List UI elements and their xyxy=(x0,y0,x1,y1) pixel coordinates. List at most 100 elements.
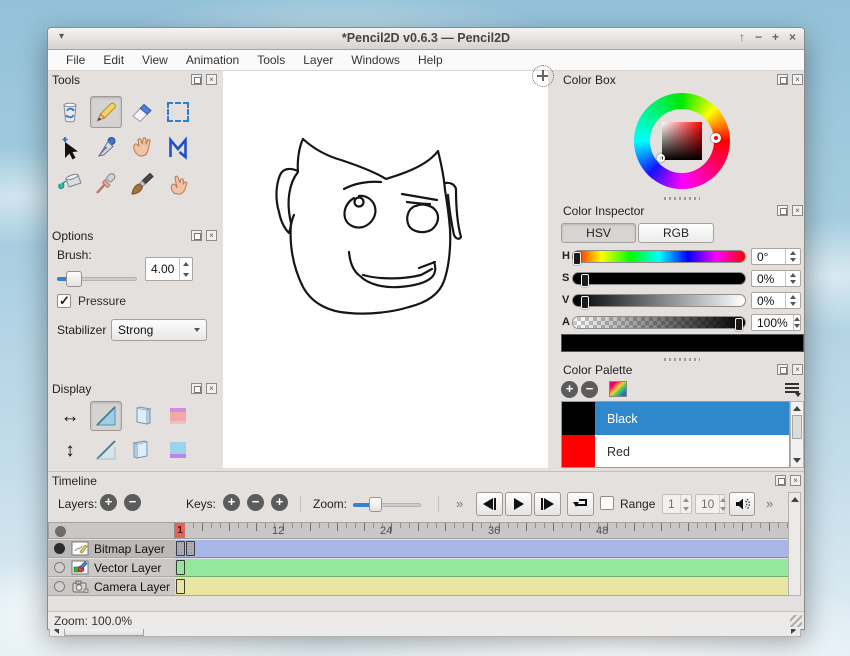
minimize-button[interactable]: − xyxy=(755,30,762,44)
color-box-close-icon[interactable]: × xyxy=(792,74,803,85)
color-palette-close-icon[interactable]: × xyxy=(792,364,803,375)
bucket-tool-button[interactable] xyxy=(54,168,86,200)
remove-color-button[interactable]: − xyxy=(581,381,598,398)
pen-tool-button[interactable] xyxy=(90,132,122,164)
eyedropper-tool-button[interactable] xyxy=(90,168,122,200)
hue-selector[interactable] xyxy=(711,133,721,143)
add-layer-button[interactable]: + xyxy=(100,494,117,511)
remove-keyframe-button[interactable]: − xyxy=(247,494,264,511)
onion-prev-button[interactable] xyxy=(126,401,158,431)
scroll-up-icon[interactable] xyxy=(791,402,803,415)
palette-menu-button[interactable] xyxy=(784,381,800,397)
color-palette-float-icon[interactable] xyxy=(777,364,788,375)
menu-file[interactable]: File xyxy=(58,51,93,69)
range-end-spinbox[interactable]: 10 xyxy=(695,494,725,514)
brush-tool-button[interactable] xyxy=(126,168,158,200)
options-float-icon[interactable] xyxy=(191,230,202,241)
titlebar[interactable]: ▾ *Pencil2D v0.6.3 — Pencil2D ↑ − + × xyxy=(48,28,804,50)
timeline-float-icon[interactable] xyxy=(775,475,786,486)
smudge-tool-button[interactable] xyxy=(162,168,194,200)
prev-frame-button[interactable] xyxy=(476,492,503,516)
timeline-zoom-handle[interactable] xyxy=(369,497,382,512)
value-slider[interactable] xyxy=(572,294,746,307)
saturation-value-square[interactable] xyxy=(662,122,702,160)
layer-row-camera[interactable]: Camera Layer xyxy=(48,578,795,596)
add-color-button[interactable]: + xyxy=(561,381,578,398)
display-close-icon[interactable]: × xyxy=(206,383,217,394)
menu-edit[interactable]: Edit xyxy=(95,51,132,69)
close-button[interactable]: × xyxy=(789,30,796,44)
palette-item-red[interactable]: Red xyxy=(562,435,789,468)
stabilizer-dropdown[interactable]: Strong xyxy=(111,319,207,341)
pressure-checkbox[interactable] xyxy=(57,294,71,308)
saturation-spinbox[interactable]: 0% xyxy=(751,270,801,287)
scrollbar-thumb[interactable] xyxy=(792,415,802,439)
select-tool-button[interactable] xyxy=(162,96,194,128)
scroll-down-icon[interactable] xyxy=(791,454,803,467)
display-float-icon[interactable] xyxy=(191,383,202,394)
shade-button[interactable]: ↑ xyxy=(739,30,745,44)
menu-help[interactable]: Help xyxy=(410,51,451,69)
maximize-button[interactable]: + xyxy=(772,30,779,44)
overflow-right-icon[interactable]: » xyxy=(766,496,773,511)
timeline-scroll-up-icon[interactable] xyxy=(789,493,800,505)
color-inspector-float-icon[interactable] xyxy=(777,205,788,216)
menu-tools[interactable]: Tools xyxy=(249,51,293,69)
brush-size-steppers[interactable] xyxy=(179,258,192,280)
brush-size-spinbox[interactable]: 4.00 xyxy=(145,257,193,281)
onion-prev-color-button[interactable] xyxy=(162,401,194,431)
drawing-canvas[interactable] xyxy=(223,71,548,468)
range-checkbox[interactable] xyxy=(600,496,614,510)
onion-next-button[interactable] xyxy=(126,435,158,465)
hue-spinbox[interactable]: 0° xyxy=(751,248,801,265)
saturation-slider[interactable] xyxy=(572,272,746,285)
alpha-slider[interactable] xyxy=(572,316,746,329)
camera-visibility-toggle[interactable] xyxy=(54,581,65,592)
layer-row-vector[interactable]: Vector Layer xyxy=(48,559,795,577)
pencil-tool-button[interactable] xyxy=(90,96,122,128)
sv-selector[interactable] xyxy=(657,154,665,162)
loop-button[interactable] xyxy=(567,492,594,516)
clear-tool-button[interactable] xyxy=(54,96,86,128)
alpha-spinbox[interactable]: 100% xyxy=(751,314,801,331)
next-frame-button[interactable] xyxy=(534,492,561,516)
menu-layer[interactable]: Layer xyxy=(295,51,341,69)
frame-ruler[interactable]: 1 12 24 36 48 xyxy=(175,522,795,539)
range-start-spinbox[interactable]: 1 xyxy=(662,494,692,514)
tools-float-icon[interactable] xyxy=(191,74,202,85)
layer-row-bitmap[interactable]: Bitmap Layer xyxy=(48,540,795,558)
tab-rgb[interactable]: RGB xyxy=(638,223,714,243)
menu-animation[interactable]: Animation xyxy=(178,51,247,69)
hand-tool-button[interactable] xyxy=(126,132,158,164)
move-tool-button[interactable] xyxy=(54,132,86,164)
palette-scrollbar[interactable] xyxy=(790,401,804,468)
current-frame-marker[interactable]: 1 xyxy=(175,523,185,538)
brush-slider-handle[interactable] xyxy=(66,271,82,287)
onion-next-color-button[interactable] xyxy=(162,435,194,465)
flip-vertical-view-button[interactable] xyxy=(90,435,122,465)
timeline-vertical-scrollbar[interactable] xyxy=(788,492,801,596)
vector-visibility-toggle[interactable] xyxy=(54,562,65,573)
add-keyframe-button[interactable]: + xyxy=(223,494,240,511)
remove-layer-button[interactable]: − xyxy=(124,494,141,511)
timeline-close-icon[interactable]: × xyxy=(790,475,801,486)
bitmap-track[interactable] xyxy=(175,540,795,558)
timeline-zoom-slider[interactable] xyxy=(353,497,421,513)
menu-view[interactable]: View xyxy=(134,51,176,69)
color-inspector-close-icon[interactable]: × xyxy=(792,205,803,216)
swatch-view-button[interactable] xyxy=(609,381,627,397)
tools-close-icon[interactable]: × xyxy=(206,74,217,85)
bitmap-visibility-toggle[interactable] xyxy=(54,543,65,554)
camera-track[interactable] xyxy=(175,578,795,596)
overflow-left-icon[interactable]: » xyxy=(456,496,463,511)
brush-size-slider[interactable] xyxy=(57,271,137,287)
flip-horizontal-button[interactable]: ↔ xyxy=(54,401,86,431)
duplicate-keyframe-button[interactable]: + xyxy=(271,494,288,511)
options-close-icon[interactable]: × xyxy=(206,230,217,241)
sound-button[interactable] xyxy=(729,492,755,516)
resize-grip[interactable] xyxy=(790,615,802,627)
color-box-float-icon[interactable] xyxy=(777,74,788,85)
value-spinbox[interactable]: 0% xyxy=(751,292,801,309)
toggle-all-visibility-icon[interactable] xyxy=(55,526,66,537)
eraser-tool-button[interactable] xyxy=(126,96,158,128)
